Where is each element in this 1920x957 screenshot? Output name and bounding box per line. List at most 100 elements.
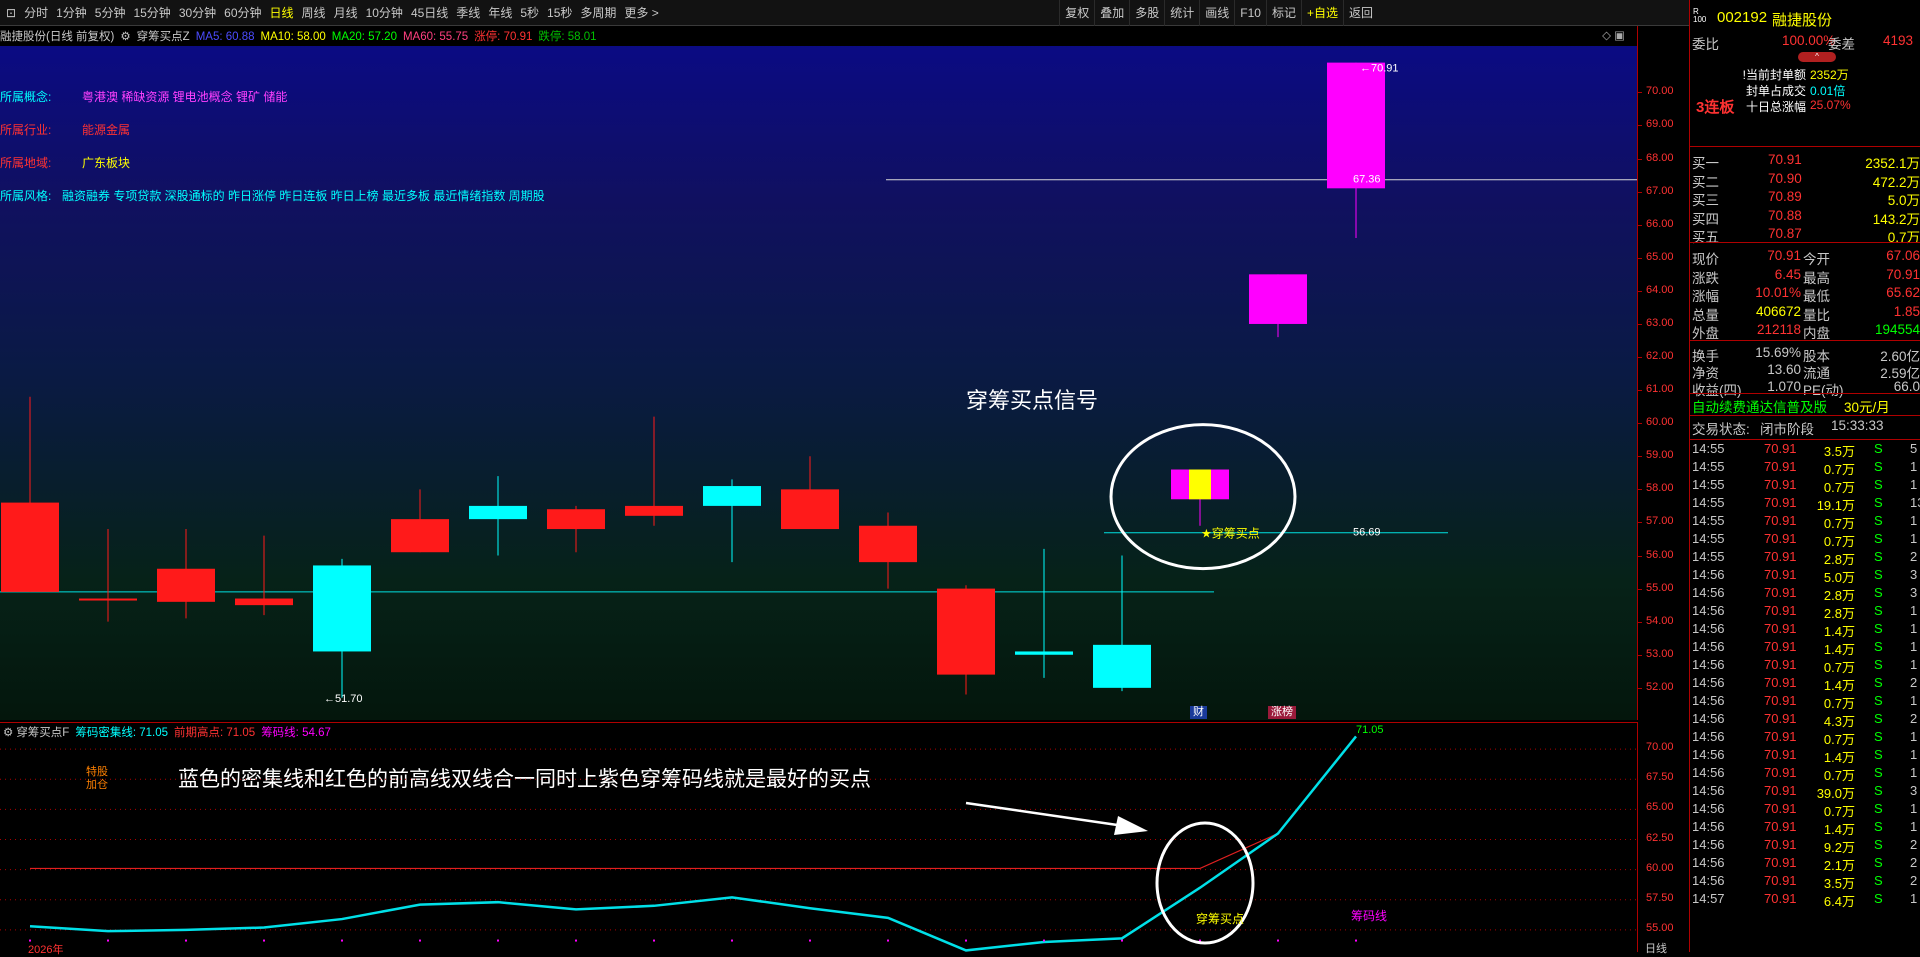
candle-body-16 <box>1249 274 1307 324</box>
period-tab-3[interactable]: 15分钟 <box>129 1 174 25</box>
function-button-1[interactable]: 叠加 <box>1094 0 1129 26</box>
sub-indicator-chart[interactable]: ⚙ 穿筹买点F 筹码密集线: 71.05 前期高点: 71.05 筹码线: 54.6… <box>0 722 1637 956</box>
main-kline-chart[interactable]: 融捷股份(日线 前复权) ⚙ 穿筹买点Z MA5: 60.88 MA10: 58.… <box>0 26 1637 720</box>
period-tab-12[interactable]: 年线 <box>484 1 516 25</box>
main-axis-mark-15 <box>1638 588 1642 590</box>
toolbar-menu-icon[interactable]: ⊡ <box>2 1 20 25</box>
function-button-7[interactable]: +自选 <box>1300 0 1343 26</box>
stock-name[interactable]: 融捷股份 <box>1772 9 1832 30</box>
period-tab-9[interactable]: 10分钟 <box>362 1 407 25</box>
tick-price-2: 70.91 <box>1764 477 1797 492</box>
chip-dot-8 <box>653 939 655 942</box>
quote-panel: R 100 002192 融捷股份 委比 100.00% 委差 4193 ^ !当… <box>1689 0 1920 952</box>
function-button-6[interactable]: 标记 <box>1265 0 1301 26</box>
period-tab-7[interactable]: 周线 <box>298 1 330 25</box>
function-button-3[interactable]: 统计 <box>1164 0 1199 26</box>
tick-time-16: 14:56 <box>1692 729 1725 744</box>
period-tab-0[interactable]: 分时 <box>20 1 52 25</box>
tick-time-7: 14:56 <box>1692 567 1725 582</box>
tick-price-24: 70.91 <box>1764 873 1797 888</box>
chip-dot-6 <box>497 939 499 942</box>
tick-row-12: 14:56 70.91 0.7万 S 1 <box>1690 657 1920 675</box>
function-button-5[interactable]: F10 <box>1234 0 1266 26</box>
main-axis-tick-12: 58.00 <box>1646 482 1674 495</box>
tick-time-6: 14:55 <box>1692 549 1725 564</box>
quote-row-3: 总量 406672 量比 1.85 <box>1690 304 1920 323</box>
bid-row-2[interactable]: 买三 70.89 5.0万 <box>1690 189 1920 208</box>
kline-svg: ★穿筹买点 56.69 ←70.91 ←51.70 67.36 <box>0 62 1637 705</box>
seal-value-2: 25.07% <box>1810 98 1851 112</box>
bid-label-4: 买五 <box>1692 230 1719 245</box>
main-axis-tick-3: 67.00 <box>1646 184 1674 197</box>
quote-value-a-1: 6.45 <box>1774 266 1801 282</box>
tick-price-14: 70.91 <box>1764 693 1797 708</box>
tick-count-18: 1 <box>1910 765 1918 780</box>
period-tab-1[interactable]: 1分钟 <box>52 1 91 25</box>
tick-price-16: 70.91 <box>1764 729 1797 744</box>
promo-price[interactable]: 30元/月 <box>1844 396 1890 416</box>
resistance-label: 67.36 <box>1353 174 1381 186</box>
period-tab-14[interactable]: 15秒 <box>543 1 576 25</box>
bid-price-1: 70.90 <box>1768 170 1802 186</box>
tick-vol-25: 6.4万 <box>1823 894 1855 909</box>
candle-body-6 <box>469 505 527 520</box>
tick-count-20: 1 <box>1910 801 1918 816</box>
bid-row-3[interactable]: 买四 70.88 143.2万 <box>1690 207 1920 227</box>
tick-price-10: 70.91 <box>1764 621 1797 636</box>
main-axis-tick-13: 57.00 <box>1646 515 1674 528</box>
tick-price-15: 70.91 <box>1764 711 1797 726</box>
chip-dot-5 <box>419 939 421 942</box>
function-button-0[interactable]: 复权 <box>1059 0 1094 26</box>
period-tab-6[interactable]: 日线 <box>266 1 298 25</box>
period-tab-10[interactable]: 45日线 <box>407 1 452 25</box>
bid-row-1[interactable]: 买二 70.90 472.2万 <box>1690 170 1920 190</box>
annotation-signal-text: 穿筹买点信号 <box>966 388 1099 413</box>
bottom-tag-finance[interactable]: 财 <box>1190 706 1207 719</box>
period-tab-11[interactable]: 季线 <box>452 1 484 25</box>
tick-row-21: 14:56 70.91 1.4万 S 1 <box>1690 819 1920 837</box>
tick-price-12: 70.91 <box>1764 657 1797 672</box>
bid-price-3: 70.88 <box>1768 207 1802 223</box>
tick-count-1: 1 <box>1910 459 1918 474</box>
buy-point-label: ★穿筹买点 <box>1201 525 1260 540</box>
promo-row[interactable]: 自动续费通达信普及版 30元/月 <box>1690 396 1920 416</box>
period-tab-13[interactable]: 5秒 <box>516 1 543 25</box>
tick-vol-21: 1.4万 <box>1823 822 1855 837</box>
function-button-4[interactable]: 画线 <box>1199 0 1234 26</box>
main-axis-mark-10 <box>1638 423 1642 425</box>
quote-label-a-0: 现价 <box>1692 252 1719 267</box>
tick-price-19: 70.91 <box>1764 783 1797 798</box>
function-button-2[interactable]: 多股 <box>1129 0 1164 26</box>
tick-row-16: 14:56 70.91 0.7万 S 1 <box>1690 729 1920 747</box>
bottom-tag-rise[interactable]: 涨榜 <box>1268 706 1296 719</box>
fund-value-a-2: 1.070 <box>1767 379 1801 394</box>
chip-line-label: 筹码线 <box>1351 909 1388 923</box>
tick-vol-8: 2.8万 <box>1823 588 1855 603</box>
main-axis-mark-8 <box>1638 357 1642 359</box>
tick-time-18: 14:56 <box>1692 765 1725 780</box>
period-tab-5[interactable]: 60分钟 <box>220 1 265 25</box>
quote-row-4: 外盘 212118 内盘 194554 <box>1690 322 1920 341</box>
bid-row-0[interactable]: 买一 70.91 2352.1万 <box>1690 152 1920 171</box>
seal-toggle-icon[interactable]: ^ <box>1798 52 1836 62</box>
level-5669-label: 56.69 <box>1353 527 1381 539</box>
tick-side-24: S <box>1874 873 1883 888</box>
function-button-8[interactable]: 返回 <box>1342 0 1378 26</box>
quote-label-a-3: 总量 <box>1692 307 1719 323</box>
bid-vol-1: 472.2万 <box>1872 174 1920 190</box>
promo-text[interactable]: 自动续费通达信普及版 <box>1692 396 1827 416</box>
sub-axis-tick-5: 57.50 <box>1646 891 1674 904</box>
sub-axis-tick-0: 70.00 <box>1646 741 1674 754</box>
period-tab-4[interactable]: 30分钟 <box>175 1 220 25</box>
period-toolbar: ⊡ 分时 1分钟 5分钟 15分钟 30分钟 60分钟 日线 周线 月线 10分钟 45日线 季线 年线… <box>0 0 1920 26</box>
fund-value-a-0: 15.69% <box>1755 345 1801 360</box>
period-tab-8[interactable]: 月线 <box>330 1 362 25</box>
bid-price-0: 70.91 <box>1768 152 1802 167</box>
period-tab-2[interactable]: 5分钟 <box>91 1 130 25</box>
period-tab-15[interactable]: 多周期 <box>576 1 620 25</box>
period-tab-16[interactable]: 更多 > <box>620 1 662 25</box>
candle-body-14 <box>1093 644 1151 688</box>
tick-vol-12: 0.7万 <box>1823 660 1855 675</box>
tick-side-7: S <box>1874 567 1883 582</box>
tick-side-2: S <box>1874 477 1883 492</box>
